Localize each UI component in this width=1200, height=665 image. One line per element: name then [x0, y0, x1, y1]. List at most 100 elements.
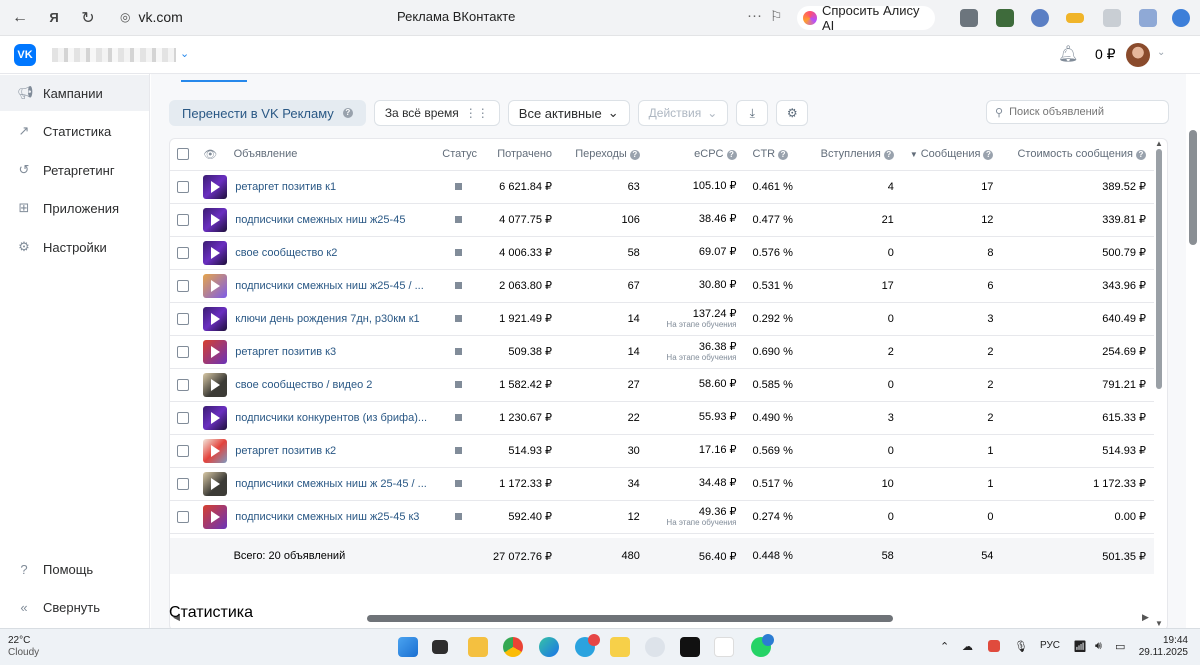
info-icon[interactable]: ?	[983, 150, 994, 161]
status-paused-icon[interactable]	[454, 347, 462, 355]
info-icon[interactable]: ?	[778, 150, 789, 161]
alisa-button[interactable]: Спросить Алису AI	[797, 3, 935, 33]
table-row[interactable]: ретаргет позитив к2 514.93 ₽30 17.16 ₽0.56…	[170, 434, 1154, 468]
row-checkbox[interactable]	[177, 213, 189, 226]
status-paused-icon[interactable]	[454, 479, 462, 487]
row-checkbox[interactable]	[177, 477, 189, 490]
capcut-icon[interactable]	[680, 637, 700, 657]
address-bar[interactable]: ◎ vk.com Реклама ВКонтакте ··· ⚐	[112, 5, 792, 31]
yandex-browser-icon[interactable]	[714, 637, 734, 657]
actions-select[interactable]: Действия ⌄	[637, 100, 729, 126]
avatar[interactable]	[1126, 43, 1150, 67]
col-messages[interactable]: ▼ Сообщения?	[901, 139, 1002, 171]
edge-icon[interactable]	[539, 637, 559, 657]
status-paused-icon[interactable]	[454, 281, 462, 289]
downloads-icon[interactable]	[1172, 9, 1190, 27]
info-icon[interactable]: ?	[726, 150, 737, 161]
export-button[interactable]: ⤓	[736, 100, 769, 126]
table-row[interactable]: подписчики конкурентов (из брифа)... 1 23…	[170, 401, 1154, 435]
vertical-scrollbar[interactable]	[1156, 149, 1162, 389]
row-checkbox[interactable]	[177, 510, 189, 523]
ad-thumbnail[interactable]	[203, 405, 228, 430]
tray-chevron-up-icon[interactable]: ⌃	[940, 640, 949, 653]
eye-icon[interactable]: 👁︎	[203, 149, 217, 161]
ad-thumbnail[interactable]	[203, 438, 228, 463]
info-icon[interactable]: ?	[342, 108, 353, 118]
ad-name-link[interactable]: подписчики конкурентов (из брифа)...	[235, 412, 427, 424]
ad-thumbnail[interactable]	[203, 471, 228, 496]
bookmark-icon[interactable]: ⚐	[770, 8, 783, 25]
status-paused-icon[interactable]	[454, 215, 462, 223]
collapse-button[interactable]: « Свернуть	[0, 589, 149, 625]
status-paused-icon[interactable]	[454, 512, 462, 520]
ad-thumbnail[interactable]	[203, 504, 228, 529]
windows-start-icon[interactable]	[398, 637, 418, 657]
profile-extension-icon[interactable]	[1139, 9, 1157, 27]
ad-thumbnail[interactable]	[203, 339, 228, 364]
period-select[interactable]: За всё время ⋮⋮	[373, 100, 500, 126]
table-row[interactable]: подписчики смежных ниш ж25-45 / ... 2 063…	[170, 269, 1154, 303]
microphone-icon[interactable]: 🎙︎	[1014, 640, 1028, 653]
table-settings-button[interactable]: ⚙	[776, 100, 809, 126]
ad-thumbnail[interactable]	[203, 372, 228, 397]
clock[interactable]: 19:44 29.11.2025	[1136, 635, 1188, 659]
col-ad[interactable]: Объявление	[225, 139, 432, 171]
info-icon[interactable]: ?	[1136, 150, 1146, 161]
ad-name-link[interactable]: подписчики смежных ниш ж25-45 к3	[235, 511, 419, 523]
app-tray-icon[interactable]	[988, 640, 1000, 652]
ad-thumbnail[interactable]	[203, 306, 228, 331]
ad-thumbnail[interactable]	[203, 207, 228, 232]
scroll-right-icon[interactable]: ▶	[1142, 612, 1149, 623]
task-view-icon[interactable]	[432, 640, 448, 654]
scroll-up-icon[interactable]: ▲	[1155, 139, 1163, 148]
collections-icon[interactable]	[1103, 9, 1121, 27]
ad-name-link[interactable]: свое сообщество / видео 2	[235, 379, 372, 391]
sidebar-item-retargeting[interactable]: ↺ Ретаргетинг	[0, 152, 149, 188]
table-row[interactable]: подписчики смежных ниш ж25-45 к3 592.40 ₽…	[170, 500, 1154, 534]
status-paused-icon[interactable]	[454, 314, 462, 322]
yandex-icon[interactable]: Я	[40, 4, 68, 32]
notes-app-icon[interactable]	[610, 637, 630, 657]
clock-app-icon[interactable]	[645, 637, 665, 657]
wifi-icon[interactable]: 📶︎	[1073, 640, 1087, 653]
table-row[interactable]: подписчики смежных ниш ж25-45 4 077.75 ₽1…	[170, 203, 1154, 237]
back-arrow-icon[interactable]: ←	[6, 4, 34, 32]
battery-icon[interactable]: ▭	[1115, 640, 1125, 653]
status-paused-icon[interactable]	[454, 413, 462, 421]
status-paused-icon[interactable]	[454, 380, 462, 388]
help-button[interactable]: ? Помощь	[0, 551, 149, 587]
table-row[interactable]: ключи день рождения 7дн, р30км к1 1 921.4…	[170, 302, 1154, 336]
ad-name-link[interactable]: подписчики смежных ниш ж25-45 / ...	[235, 280, 424, 292]
select-all-checkbox[interactable]	[177, 148, 189, 161]
sidebar-item-settings[interactable]: ⚙ Настройки	[0, 229, 149, 265]
sidebar-item-statistics[interactable]: ↗ Статистика	[0, 113, 149, 149]
ad-name-link[interactable]: ключи день рождения 7дн, р30км к1	[235, 313, 419, 325]
col-clicks[interactable]: Переходы?	[560, 139, 648, 171]
cloud-icon[interactable]: ☁	[962, 640, 973, 653]
col-status[interactable]: Статус	[431, 139, 486, 171]
table-row[interactable]: подписчики смежных ниш ж 25-45 / ... 1 17…	[170, 467, 1154, 501]
ad-thumbnail[interactable]	[203, 174, 228, 199]
shield-extension-icon[interactable]	[960, 9, 978, 27]
horizontal-scrollbar[interactable]	[367, 615, 893, 622]
status-paused-icon[interactable]	[454, 248, 462, 256]
vk-logo[interactable]: VK	[14, 44, 36, 66]
status-paused-icon[interactable]	[454, 182, 462, 190]
row-checkbox[interactable]	[177, 378, 189, 391]
info-icon[interactable]: ?	[883, 150, 894, 161]
search-input[interactable]	[1009, 106, 1160, 118]
reload-icon[interactable]: ↻	[74, 4, 102, 32]
row-checkbox[interactable]	[177, 411, 189, 424]
status-filter-select[interactable]: Все активные ⌄	[507, 100, 630, 126]
col-ecpc[interactable]: eCPC?	[647, 139, 745, 171]
bell-icon[interactable]: 🔔︎	[1058, 44, 1078, 64]
vpn-extension-icon[interactable]	[1031, 9, 1049, 27]
row-checkbox[interactable]	[177, 444, 189, 457]
info-icon[interactable]: ?	[629, 150, 640, 161]
row-checkbox[interactable]	[177, 279, 189, 292]
col-message-cost[interactable]: Стоимость сообщения?	[1001, 139, 1154, 171]
language-indicator[interactable]: РУС	[1040, 640, 1060, 651]
chevron-down-icon[interactable]: ⌄	[180, 47, 189, 60]
ad-thumbnail[interactable]	[203, 240, 228, 265]
table-row[interactable]: свое сообщество к2 4 006.33 ₽58 69.07 ₽ 0.5…	[170, 236, 1154, 270]
